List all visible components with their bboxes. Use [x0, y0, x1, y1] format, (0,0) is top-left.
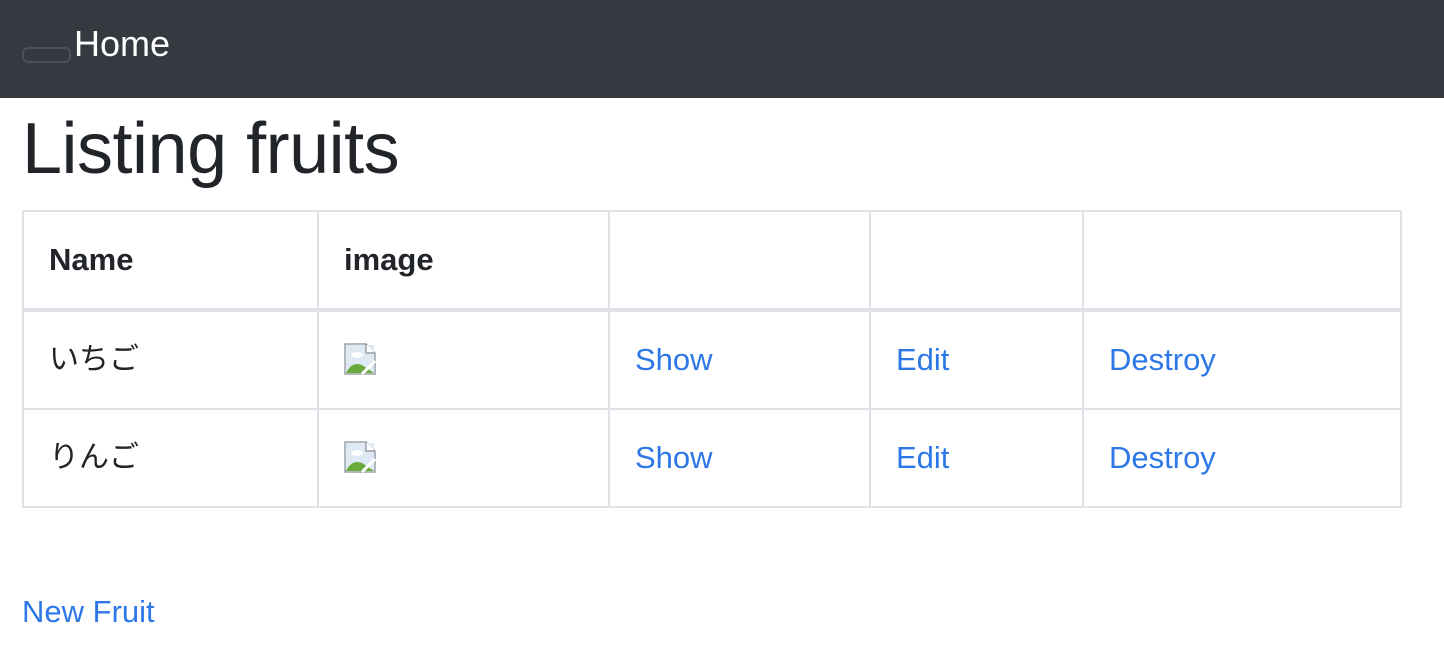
fruit-image-cell	[317, 408, 610, 508]
show-link[interactable]: Show	[635, 440, 713, 475]
header-image: image	[317, 210, 610, 312]
fruit-image-cell	[317, 309, 610, 410]
table-row: いちご Show Edit Destroy	[22, 309, 1402, 410]
show-cell: Show	[608, 408, 871, 508]
table-header-row: Name image	[22, 210, 1402, 312]
header-name: Name	[22, 210, 319, 312]
fruit-name: りんご	[49, 440, 139, 475]
page-title: Listing fruits	[22, 109, 400, 189]
navbar-toggler-button[interactable]	[22, 47, 71, 63]
broken-image-icon	[344, 343, 377, 376]
broken-image-icon	[344, 441, 377, 474]
edit-link[interactable]: Edit	[896, 342, 949, 377]
destroy-link[interactable]: Destroy	[1109, 342, 1216, 377]
destroy-cell: Destroy	[1082, 408, 1402, 508]
header-destroy	[1082, 210, 1402, 312]
fruit-name-cell: りんご	[22, 408, 319, 508]
edit-link[interactable]: Edit	[896, 440, 949, 475]
fruit-name-cell: いちご	[22, 309, 319, 410]
edit-cell: Edit	[869, 408, 1084, 508]
header-edit	[869, 210, 1084, 312]
navbar: Home	[0, 0, 1444, 98]
show-cell: Show	[608, 309, 871, 410]
table-row: りんご Show Edit Destroy	[22, 408, 1402, 508]
fruits-table: Name image いちご Show Edit Destroy りんご Sho…	[22, 210, 1402, 508]
home-link[interactable]: Home	[74, 20, 170, 68]
show-link[interactable]: Show	[635, 342, 713, 377]
destroy-cell: Destroy	[1082, 309, 1402, 410]
header-show	[608, 210, 871, 312]
edit-cell: Edit	[869, 309, 1084, 410]
destroy-link[interactable]: Destroy	[1109, 440, 1216, 475]
new-fruit-link[interactable]: New Fruit	[22, 592, 155, 632]
fruit-name: いちご	[49, 342, 139, 377]
